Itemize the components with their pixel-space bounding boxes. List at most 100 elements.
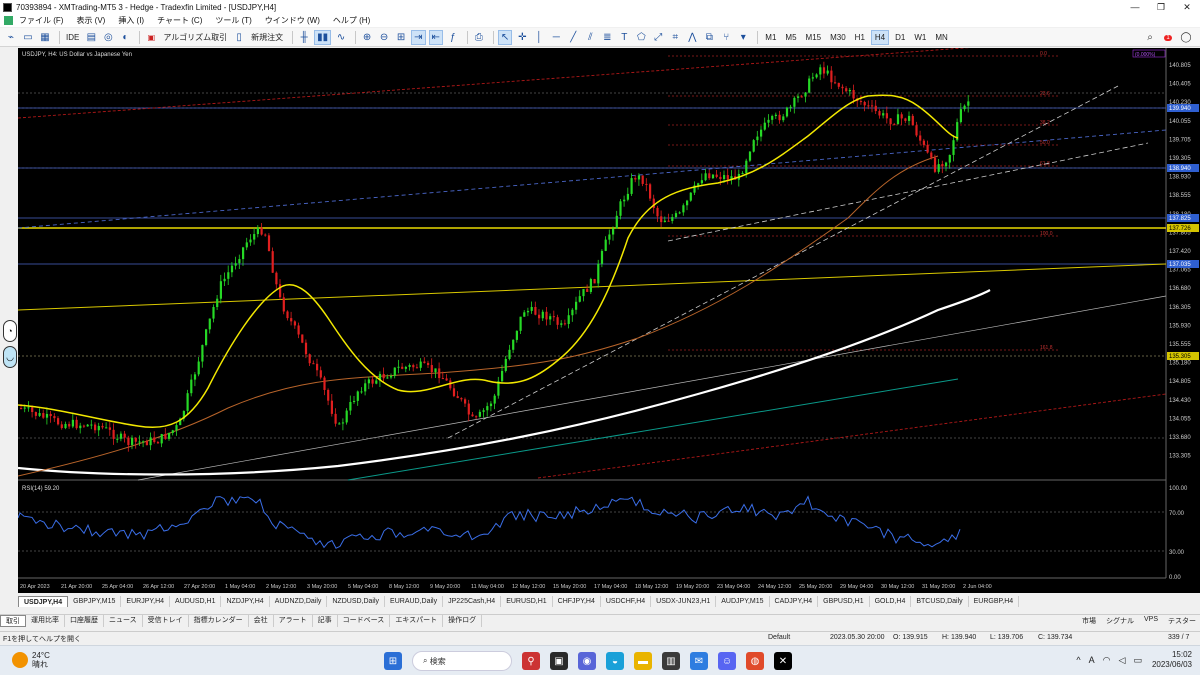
navigator-icon[interactable]: ◎ <box>101 30 115 45</box>
chart-tab[interactable]: AUDJPY,M15 <box>716 596 770 607</box>
chart-tab[interactable]: USDJPY,H4 <box>18 596 69 607</box>
screenshot-icon[interactable]: ⎙ <box>472 30 486 45</box>
toolbox-tab[interactable]: 会社 <box>249 615 274 627</box>
notifications-icon[interactable]: 1 <box>1160 30 1176 45</box>
chart-tab[interactable]: EURUSD,H1 <box>501 596 553 607</box>
one-click-trading-icon[interactable]: ◔ <box>3 320 17 342</box>
xm-icon[interactable]: ✕ <box>774 652 792 670</box>
chart-tab[interactable]: EURJPY,H4 <box>121 596 171 607</box>
timeframe-h4[interactable]: H4 <box>870 29 890 45</box>
toolbox-tab[interactable]: 口座履歴 <box>65 615 104 627</box>
timeframe-mn[interactable]: MN <box>932 30 950 45</box>
horizontal-line-icon[interactable]: ─ <box>549 30 563 45</box>
cursor-icon[interactable]: ↖ <box>497 29 513 45</box>
new-order-icon[interactable]: ▯ <box>232 30 246 45</box>
text-tool-icon[interactable]: T <box>617 30 631 45</box>
search-icon[interactable]: ⌕ <box>1142 30 1158 45</box>
zoom-out-icon[interactable]: ⊖ <box>377 30 391 45</box>
taskbar-search[interactable]: ⌕ 検索 <box>412 651 512 671</box>
autoscroll-icon[interactable]: ⇥ <box>411 29 426 45</box>
signals-link[interactable]: シグナル <box>1106 616 1134 626</box>
wifi-icon[interactable]: ◠ <box>1103 655 1111 666</box>
depth-of-market-icon[interactable]: ◡ <box>3 346 17 368</box>
trend-line-icon[interactable]: ╱ <box>566 30 580 45</box>
chart-tab[interactable]: GBPJPY,M15 <box>68 596 122 607</box>
menu-insert[interactable]: 挿入 (I) <box>118 15 144 26</box>
chart-tab[interactable]: USDX-JUN23,H1 <box>651 596 717 607</box>
close-button[interactable]: ✕ <box>1174 0 1200 14</box>
timeframe-w1[interactable]: W1 <box>911 30 929 45</box>
pitchfork-icon[interactable]: ⑂ <box>719 30 733 45</box>
chart-tab[interactable]: GBPUSD,H1 <box>818 596 870 607</box>
taskbar-clock[interactable]: 15:02 2023/06/03 <box>1152 650 1192 670</box>
line-chart-icon[interactable]: ∿ <box>334 30 348 45</box>
minimize-button[interactable]: — <box>1122 0 1148 14</box>
ide-button[interactable]: IDE <box>64 30 81 45</box>
menu-view[interactable]: 表示 (V) <box>76 15 105 26</box>
toolbox-tab[interactable]: 操作ログ <box>443 615 483 627</box>
tester-link[interactable]: テスター <box>1168 616 1196 626</box>
elliott-icon[interactable]: ⋀ <box>685 30 699 45</box>
bicycle-app-icon[interactable]: ⚲ <box>522 652 540 670</box>
volume-icon[interactable]: ◁ <box>1119 655 1126 666</box>
shapes-icon[interactable]: ⬠ <box>634 30 648 45</box>
vertical-line-icon[interactable]: │ <box>532 30 546 45</box>
task-view-icon[interactable]: ▣ <box>550 652 568 670</box>
chart-tab[interactable]: JP225Cash,H4 <box>443 596 502 607</box>
chart-tab[interactable]: BTCUSD,Daily <box>911 596 969 607</box>
zoom-in-icon[interactable]: ⊕ <box>360 30 374 45</box>
toolbox-tab[interactable]: 運用比率 <box>26 615 65 627</box>
data-window-icon[interactable]: ◐ <box>118 30 132 45</box>
input-language-icon[interactable]: A <box>1089 655 1095 665</box>
timeframe-h1[interactable]: H1 <box>852 30 868 45</box>
arrows-icon[interactable]: ⤢ <box>651 30 665 45</box>
chrome-icon[interactable]: ◍ <box>746 652 764 670</box>
toolbox-tab[interactable]: 指標カレンダー <box>189 615 249 627</box>
algo-trading-button[interactable]: アルゴリズム取引 <box>161 30 229 45</box>
account-icon[interactable]: ◯ <box>1178 30 1194 45</box>
explorer-icon[interactable]: ▬ <box>634 652 652 670</box>
chart-type-icon[interactable]: ⌁ <box>4 30 18 45</box>
templates-icon[interactable]: ▭ <box>21 30 35 45</box>
more-tools-icon[interactable]: ▾ <box>736 30 750 45</box>
chart-tab[interactable]: USDCHF,H4 <box>601 596 652 607</box>
edge-icon[interactable]: ◒ <box>606 652 624 670</box>
battery-icon[interactable]: ▭ <box>1133 655 1142 666</box>
chart-tab[interactable]: AUDNZD,Daily <box>270 596 328 607</box>
vps-link[interactable]: VPS <box>1144 616 1158 626</box>
chat-icon[interactable]: ◉ <box>578 652 596 670</box>
bar-chart-icon[interactable]: ╫ <box>297 30 311 45</box>
objects-icon[interactable]: ⧉ <box>702 30 716 45</box>
tray-chevron-icon[interactable]: ^ <box>1076 655 1080 665</box>
timeframe-m30[interactable]: M30 <box>827 30 849 45</box>
toolbox-tab[interactable]: 取引 <box>0 615 26 627</box>
toolbox-tab[interactable]: 記事 <box>313 615 338 627</box>
menu-window[interactable]: ウインドウ (W) <box>265 15 320 26</box>
grid-icon[interactable]: ⊞ <box>394 30 408 45</box>
toolbox-tab[interactable]: ニュース <box>104 615 143 627</box>
menu-file[interactable]: ファイル (F) <box>19 15 63 26</box>
chart-tab[interactable]: AUDUSD,H1 <box>170 596 222 607</box>
timeframe-m1[interactable]: M1 <box>762 30 779 45</box>
gann-icon[interactable]: ⌗ <box>668 30 682 45</box>
mail-icon[interactable]: ✉ <box>690 652 708 670</box>
chart-tab[interactable]: EURGBP,H4 <box>969 596 1020 607</box>
store-icon[interactable]: ▥ <box>662 652 680 670</box>
chart-window[interactable]: 140.805 140.405 140.230 140.055 139.705 139.3… <box>18 48 1200 593</box>
menu-help[interactable]: ヘルプ (H) <box>333 15 370 26</box>
weather-widget[interactable]: 24°C 晴れ <box>12 651 50 669</box>
fibo-icon[interactable]: ≣ <box>600 30 614 45</box>
chart-tab[interactable]: NZDJPY,H4 <box>221 596 270 607</box>
toolbox-tab[interactable]: アラート <box>274 615 313 627</box>
toolbox-tab[interactable]: 受信トレイ <box>143 615 189 627</box>
chart-shift-icon[interactable]: ⇤ <box>428 29 443 45</box>
timeframe-m5[interactable]: M5 <box>782 30 799 45</box>
profiles-icon[interactable]: ▦ <box>38 30 52 45</box>
chart-tab[interactable]: NZDUSD,Daily <box>327 596 386 607</box>
price-chart[interactable]: 140.805140.405140.230140.055139.705139.3… <box>18 48 1200 593</box>
chart-tab[interactable]: CHFJPY,H4 <box>553 596 601 607</box>
market-link[interactable]: 市場 <box>1082 616 1096 626</box>
chart-tab[interactable]: CADJPY,H4 <box>770 596 819 607</box>
toolbox-tab[interactable]: コードベース <box>338 615 391 627</box>
channel-icon[interactable]: ⫽ <box>583 30 597 45</box>
